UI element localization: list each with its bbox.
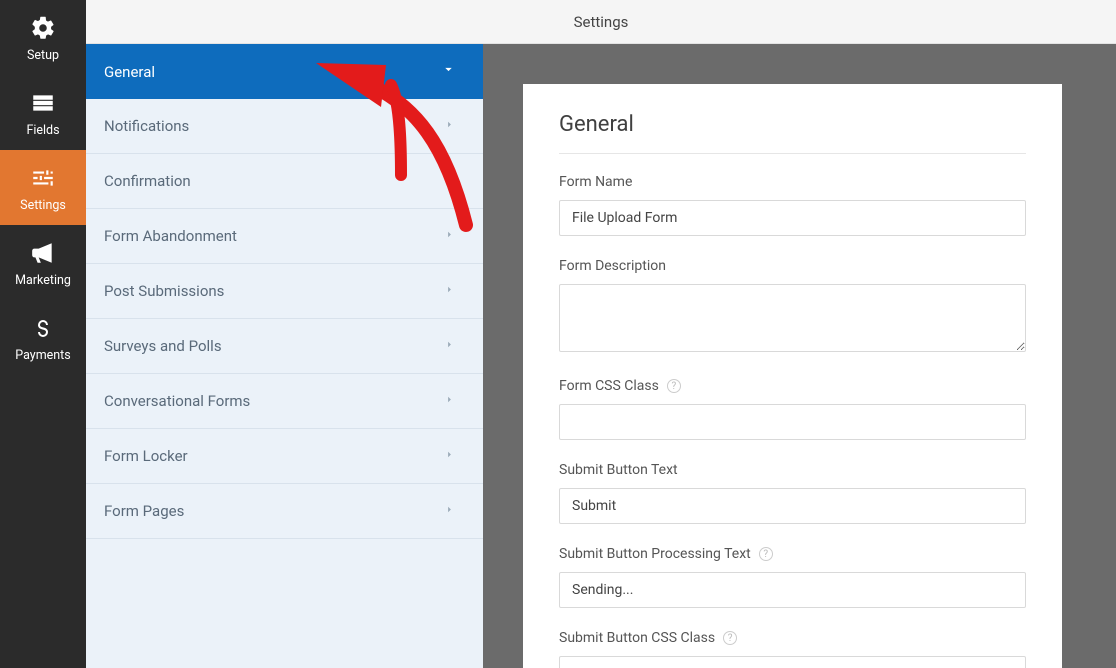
settings-item-label: Form Pages	[104, 502, 184, 520]
sliders-icon	[29, 164, 57, 192]
general-panel: General Form Name Form Description Form …	[523, 84, 1062, 668]
settings-menu: General Notifications Confirmation	[86, 44, 483, 668]
rail-item-marketing[interactable]: Marketing	[0, 225, 86, 300]
form-name-input[interactable]	[559, 200, 1026, 236]
settings-item-label: Notifications	[104, 117, 189, 135]
chevron-right-icon	[444, 338, 455, 354]
settings-item-general[interactable]: General	[86, 44, 483, 99]
rail-item-setup[interactable]: Setup	[0, 0, 86, 75]
rail-label: Marketing	[15, 273, 71, 288]
submit-text-label: Submit Button Text	[559, 462, 1026, 478]
settings-item-notifications[interactable]: Notifications	[86, 99, 483, 154]
settings-item-form-locker[interactable]: Form Locker	[86, 429, 483, 484]
chevron-right-icon	[444, 118, 455, 134]
rail-item-payments[interactable]: Payments	[0, 300, 86, 375]
chevron-down-icon	[442, 63, 455, 80]
topbar: Settings	[86, 0, 1116, 44]
list-icon	[29, 89, 57, 117]
settings-item-label: Surveys and Polls	[104, 337, 222, 355]
settings-item-label: Post Submissions	[104, 282, 224, 300]
chevron-right-icon	[444, 228, 455, 244]
left-rail: Setup Fields Settings Marketing Payments	[0, 0, 86, 668]
form-css-class-input[interactable]	[559, 404, 1026, 440]
help-icon[interactable]: ?	[667, 379, 681, 393]
help-icon[interactable]: ?	[759, 547, 773, 561]
settings-item-label: Confirmation	[104, 172, 191, 190]
settings-item-label: Form Abandonment	[104, 227, 237, 245]
dollar-icon	[29, 314, 57, 342]
topbar-title: Settings	[574, 13, 629, 31]
submit-processing-label: Submit Button Processing Text	[559, 546, 751, 562]
form-description-label: Form Description	[559, 258, 1026, 274]
settings-item-label: Form Locker	[104, 447, 188, 465]
chevron-right-icon	[444, 503, 455, 519]
rail-item-settings[interactable]: Settings	[0, 150, 86, 225]
settings-item-surveys-polls[interactable]: Surveys and Polls	[86, 319, 483, 374]
submit-css-class-input[interactable]	[559, 656, 1026, 668]
help-icon[interactable]: ?	[723, 631, 737, 645]
rail-label: Payments	[15, 348, 70, 363]
form-css-class-label: Form CSS Class	[559, 378, 659, 394]
form-name-label: Form Name	[559, 174, 1026, 190]
rail-label: Fields	[26, 123, 59, 138]
settings-item-confirmation[interactable]: Confirmation	[86, 154, 483, 209]
content-area: General Form Name Form Description Form …	[483, 44, 1116, 668]
rail-item-fields[interactable]: Fields	[0, 75, 86, 150]
submit-css-class-label: Submit Button CSS Class	[559, 630, 715, 646]
settings-item-conversational-forms[interactable]: Conversational Forms	[86, 374, 483, 429]
settings-item-label: Conversational Forms	[104, 392, 250, 410]
settings-item-abandonment[interactable]: Form Abandonment	[86, 209, 483, 264]
chevron-right-icon	[444, 173, 455, 189]
chevron-right-icon	[444, 393, 455, 409]
rail-label: Settings	[20, 198, 66, 213]
panel-heading: General	[559, 112, 1026, 154]
form-description-textarea[interactable]	[559, 284, 1026, 352]
chevron-right-icon	[444, 283, 455, 299]
settings-item-post-submissions[interactable]: Post Submissions	[86, 264, 483, 319]
submit-text-input[interactable]	[559, 488, 1026, 524]
rail-label: Setup	[27, 48, 59, 63]
settings-item-label: General	[104, 63, 155, 81]
submit-processing-input[interactable]	[559, 572, 1026, 608]
bullhorn-icon	[29, 239, 57, 267]
settings-item-form-pages[interactable]: Form Pages	[86, 484, 483, 539]
chevron-right-icon	[444, 448, 455, 464]
gear-icon	[29, 14, 57, 42]
